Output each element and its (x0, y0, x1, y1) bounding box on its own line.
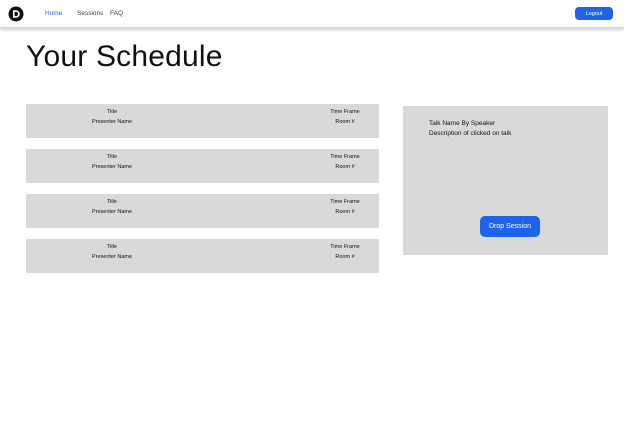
page-title: Your Schedule (26, 40, 223, 73)
session-room: Room # (335, 209, 355, 215)
nav-link-faq[interactable]: FAQ (110, 10, 123, 17)
detail-talk-name: Talk Name By Speaker (429, 120, 496, 127)
session-room: Room # (335, 254, 355, 260)
schedule-row[interactable]: Title Presenter Name Time Frame Room # (26, 104, 379, 138)
session-room: Room # (335, 119, 355, 125)
schedule-row[interactable]: Title Presenter Name Time Frame Room # (26, 149, 379, 183)
session-time-frame: Time Frame (330, 244, 360, 250)
session-time-frame: Time Frame (330, 154, 360, 160)
session-detail-panel: Talk Name By Speaker Description of clic… (403, 106, 608, 255)
session-title: Title (106, 199, 118, 205)
top-navbar: Home Sessions FAQ Logout (0, 0, 624, 28)
session-title: Title (106, 244, 118, 250)
session-presenter: Presenter Name (91, 164, 133, 170)
session-title: Title (106, 154, 118, 160)
session-time-frame: Time Frame (330, 109, 360, 115)
session-title: Title (106, 109, 118, 115)
drop-session-button[interactable]: Drop Session (480, 216, 540, 237)
nav-link-sessions[interactable]: Sessions (77, 10, 103, 17)
detail-description: Description of clicked on talk (429, 130, 512, 137)
session-presenter: Presenter Name (91, 254, 133, 260)
schedule-row[interactable]: Title Presenter Name Time Frame Room # (26, 194, 379, 228)
schedule-row[interactable]: Title Presenter Name Time Frame Room # (26, 239, 379, 273)
session-room: Room # (335, 164, 355, 170)
logout-button[interactable]: Logout (575, 7, 613, 20)
session-presenter: Presenter Name (91, 119, 133, 125)
nav-link-home[interactable]: Home (45, 10, 62, 17)
session-presenter: Presenter Name (91, 209, 133, 215)
schedule-list: Title Presenter Name Time Frame Room # T… (26, 104, 379, 284)
session-time-frame: Time Frame (330, 199, 360, 205)
d-logo-icon[interactable] (8, 6, 24, 22)
